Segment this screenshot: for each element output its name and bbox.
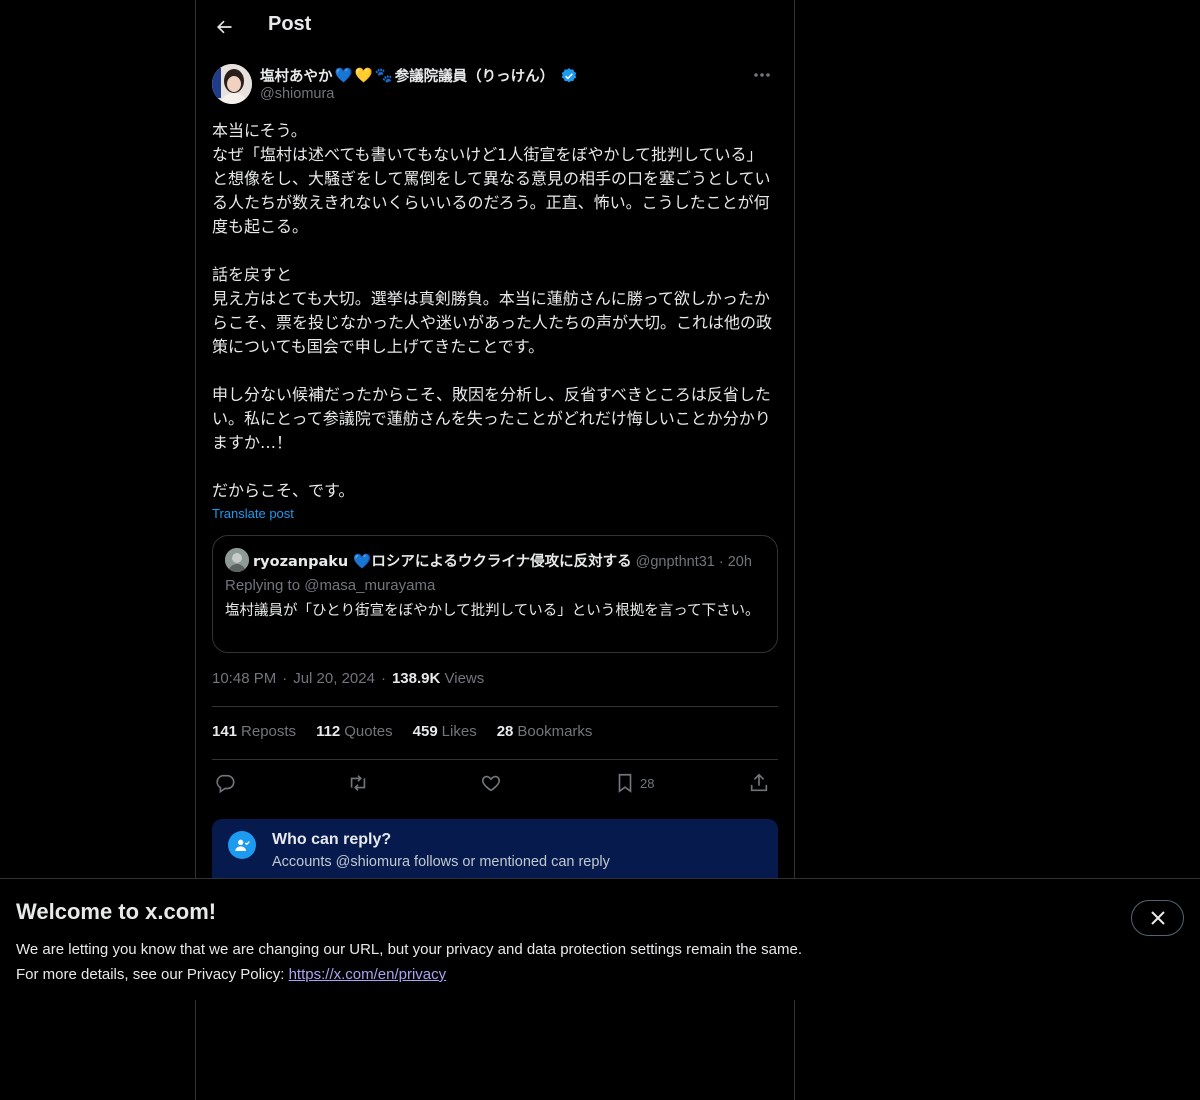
share-button[interactable] — [748, 770, 770, 796]
action-bar: 28 — [212, 770, 778, 796]
reply-icon — [216, 774, 235, 794]
verified-badge-icon — [561, 67, 577, 82]
translate-post-link[interactable]: Translate post — [212, 506, 294, 521]
banner-text: We are letting you know that we are chan… — [16, 937, 802, 987]
author-emoji-blue-heart: 💙 — [334, 68, 353, 84]
meta-separator: · — [282, 670, 288, 687]
page-title: Post — [268, 13, 312, 35]
quote-avatar-image — [225, 548, 249, 572]
meta-separator: · — [380, 670, 386, 687]
banner-title: Welcome to x.com! — [16, 899, 217, 924]
heart-icon — [481, 775, 501, 792]
bookmarks-label: Bookmarks — [517, 723, 593, 740]
who-can-reply-icon — [228, 831, 256, 859]
post-time[interactable]: 10:48 PM — [212, 670, 276, 687]
who-can-reply-box: Who can reply? Accounts @shiomura follow… — [212, 819, 778, 881]
post-views: 138.9K Views — [392, 670, 484, 687]
more-horizontal-icon — [754, 73, 770, 77]
bookmark-count: 28 — [640, 775, 655, 791]
banner-line-2: For more details, see our Privacy Policy… — [16, 962, 802, 987]
url-change-banner: Welcome to x.com! We are letting you kno… — [0, 878, 1200, 1000]
likes-count: 459 — [412, 723, 438, 740]
likes-stat[interactable]: 459 Likes — [413, 723, 477, 740]
post-author: 塩村あやか 💙 💛 🐾 参議院議員（りっけん） @shiomura — [212, 64, 778, 108]
author-title-suffix: 参議院議員（りっけん） — [394, 69, 555, 85]
avatar-image — [212, 64, 252, 104]
banner-line-2-prefix: For more details, see our Privacy Policy… — [16, 966, 289, 983]
quote-avatar — [225, 548, 249, 572]
bookmarks-stat[interactable]: 28 Bookmarks — [497, 723, 593, 740]
divider — [212, 706, 778, 707]
views-label: Views — [444, 670, 485, 687]
user-follow-icon — [235, 839, 250, 851]
post-meta: 10:48 PM · Jul 20, 2024 · 138.9K Views — [212, 670, 484, 687]
more-options-button[interactable] — [746, 64, 778, 86]
quote-replying-to: Replying to @masa_murayama — [225, 577, 436, 594]
quote-timestamp: 20h — [727, 554, 752, 570]
share-icon — [750, 773, 768, 792]
quote-author-handle: @gnpthnt31 — [635, 554, 715, 570]
who-can-reply-title: Who can reply? — [272, 831, 392, 848]
banner-line-1: We are letting you know that we are chan… — [16, 941, 802, 958]
author-name-row[interactable]: 塩村あやか 💙 💛 🐾 参議院議員（りっけん） — [260, 65, 578, 86]
page-header: Post — [196, 0, 794, 54]
quote-text: 塩村議員が「ひとり街宣をぼやかして批判している」という根拠を言って下さい。 — [225, 603, 760, 619]
post-stats: 141 Reposts 112 Quotes 459 Likes 28 Bookmark… — [212, 723, 592, 740]
reposts-count: 141 — [212, 723, 238, 740]
author-emoji-yellow-heart: 💛 — [354, 68, 373, 84]
quotes-label: Quotes — [344, 723, 393, 740]
author-handle[interactable]: @shiomura — [260, 86, 334, 102]
back-button[interactable] — [208, 11, 240, 43]
bookmarks-count: 28 — [496, 723, 514, 740]
arrow-left-icon — [217, 20, 232, 34]
quote-author-name: ryozanpaku 💙ロシアによるウクライナ侵攻に反対する — [253, 554, 632, 570]
reposts-stat[interactable]: 141 Reposts — [212, 723, 296, 740]
avatar[interactable] — [212, 64, 252, 104]
quote-header: ryozanpaku 💙ロシアによるウクライナ侵攻に反対する @gnpthnt3… — [253, 550, 752, 571]
reply-button[interactable] — [214, 770, 236, 796]
close-banner-button[interactable] — [1131, 900, 1184, 936]
bookmark-button[interactable]: 28 — [614, 770, 654, 796]
who-can-reply-subtitle: Accounts @shiomura follows or mentioned … — [272, 854, 610, 870]
repost-button[interactable] — [346, 770, 370, 796]
likes-label: Likes — [441, 723, 477, 740]
like-button[interactable] — [480, 770, 502, 796]
privacy-policy-link[interactable]: https://x.com/en/privacy — [289, 966, 447, 983]
repost-icon — [350, 775, 366, 791]
quote-separator: · — [718, 554, 724, 570]
author-display-name: 塩村あやか — [260, 69, 333, 85]
author-emoji-paws: 🐾 — [374, 68, 393, 84]
reposts-label: Reposts — [241, 723, 297, 740]
quoted-post[interactable]: ryozanpaku 💙ロシアによるウクライナ侵攻に反対する @gnpthnt3… — [212, 535, 778, 653]
quotes-stat[interactable]: 112 Quotes — [316, 723, 393, 740]
views-count: 138.9K — [391, 670, 441, 687]
divider — [212, 759, 778, 760]
close-icon — [1150, 911, 1165, 925]
bookmark-icon — [618, 773, 632, 793]
quotes-count: 112 — [316, 723, 341, 740]
post-date[interactable]: Jul 20, 2024 — [293, 670, 375, 687]
post-text: 本当にそう。 なぜ「塩村は述べても書いてもないけど1人街宣をぼやかして批判してい… — [212, 121, 773, 500]
